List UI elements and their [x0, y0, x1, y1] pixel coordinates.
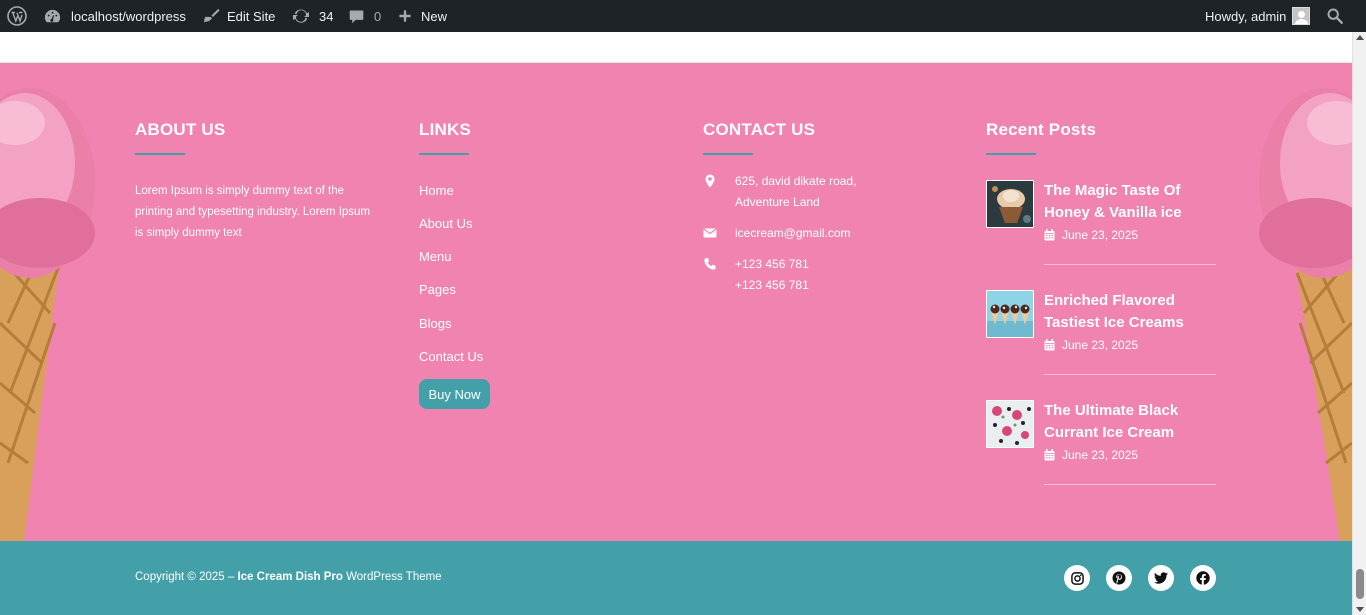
comments-link[interactable]: 0	[348, 0, 381, 32]
site-footer: ABOUT US Lorem Ipsum is simply dummy tex…	[0, 63, 1352, 541]
copyright-bar: Copyright © 2025 – Ice Cream Dish Pro Wo…	[0, 541, 1352, 615]
phone-2: +123 456 781	[735, 278, 809, 292]
twitter-icon	[1154, 572, 1168, 584]
contact-email[interactable]: icecream@gmail.com	[703, 223, 933, 244]
site-name-menu[interactable]: localhost/wordpress	[43, 0, 186, 32]
copyright-prefix: Copyright © 2025 –	[135, 571, 235, 583]
right-ice-cream-image	[1259, 88, 1352, 541]
updates-link[interactable]: 34	[291, 0, 333, 32]
facebook-icon	[1196, 571, 1210, 585]
buy-now-button[interactable]: Buy Now	[419, 379, 490, 409]
edit-site-label: Edit Site	[227, 8, 276, 24]
site-name-label: localhost/wordpress	[71, 8, 186, 24]
address-line-2: Adventure Land	[735, 195, 820, 209]
envelope-icon	[703, 228, 717, 238]
post-title[interactable]: Enriched Flavored Tastiest Ice Creams	[1044, 290, 1219, 334]
new-content-link[interactable]: New	[397, 0, 447, 32]
search-icon	[1327, 8, 1343, 24]
post-thumbnail[interactable]	[986, 180, 1034, 228]
post-thumbnail[interactable]	[986, 290, 1034, 338]
address-line-1: 625, david dikate road,	[735, 174, 857, 188]
plus-icon	[399, 10, 411, 22]
theme-name-link[interactable]: Ice Cream Dish Pro	[237, 571, 342, 583]
dashboard-icon	[44, 9, 61, 22]
footer-link-menu[interactable]: Menu	[419, 249, 452, 264]
howdy-label: Howdy, admin	[1205, 8, 1287, 24]
recent-post[interactable]: Enriched Flavored Tastiest Ice Creams Ju…	[986, 290, 1216, 400]
post-date-text: June 23, 2025	[1062, 448, 1139, 462]
admin-search-button[interactable]	[1326, 0, 1344, 32]
pinterest-icon	[1112, 571, 1126, 585]
post-title[interactable]: The Ultimate Black Currant Ice Cream	[1044, 400, 1219, 444]
contact-title: CONTACT US	[703, 120, 816, 139]
post-divider	[1044, 484, 1216, 485]
about-text: Lorem Ipsum is simply dummy text of the …	[135, 185, 371, 239]
avatar	[1292, 7, 1311, 25]
copyright-text: Copyright © 2025 – Ice Cream Dish Pro Wo…	[135, 571, 442, 583]
instagram-icon	[1070, 571, 1084, 585]
header-strip	[0, 32, 1352, 63]
calendar-icon	[1044, 449, 1055, 461]
pinterest-link[interactable]	[1106, 565, 1132, 591]
calendar-icon	[1044, 339, 1055, 351]
map-marker-icon	[705, 174, 715, 188]
footer-link-pages[interactable]: Pages	[419, 282, 456, 297]
twitter-link[interactable]	[1148, 565, 1174, 591]
post-date: June 23, 2025	[1044, 448, 1138, 462]
post-divider	[1044, 264, 1216, 265]
comments-count: 0	[374, 8, 382, 24]
post-date: June 23, 2025	[1044, 338, 1138, 352]
post-date-text: June 23, 2025	[1062, 338, 1139, 352]
phone-icon	[704, 258, 716, 270]
email-text: icecream@gmail.com	[735, 226, 851, 240]
wordpress-logo-menu[interactable]	[7, 0, 27, 32]
copyright-suffix: WordPress Theme	[346, 571, 442, 583]
post-date: June 23, 2025	[1044, 228, 1138, 242]
new-content-label: New	[421, 8, 448, 24]
post-divider	[1044, 374, 1216, 375]
edit-site-link[interactable]: Edit Site	[202, 0, 275, 32]
about-title: ABOUT US	[135, 120, 226, 139]
scroll-down-arrow[interactable]	[1356, 607, 1364, 612]
recent-posts-underline	[986, 153, 1036, 155]
footer-link-about[interactable]: About Us	[419, 216, 472, 231]
instagram-link[interactable]	[1064, 565, 1090, 591]
footer-link-home[interactable]: Home	[419, 183, 454, 198]
contact-underline	[703, 153, 753, 155]
links-title: LINKS	[419, 120, 471, 139]
page-scrollbar[interactable]	[1352, 32, 1366, 615]
contact-address: 625, david dikate road, Adventure Land	[703, 171, 933, 213]
left-ice-cream-image	[0, 88, 95, 541]
comment-icon	[349, 10, 364, 23]
scroll-up-arrow[interactable]	[1356, 35, 1364, 40]
contact-phone[interactable]: +123 456 781 +123 456 781	[703, 254, 933, 296]
wordpress-icon	[7, 6, 27, 26]
facebook-link[interactable]	[1190, 565, 1216, 591]
post-thumbnail[interactable]	[986, 400, 1034, 448]
recent-post[interactable]: The Magic Taste Of Honey & Vanilla ice J…	[986, 180, 1216, 290]
links-underline	[419, 153, 469, 155]
post-date-text: June 23, 2025	[1062, 228, 1139, 242]
recent-post[interactable]: The Ultimate Black Currant Ice Cream Jun…	[986, 400, 1216, 510]
scroll-thumb[interactable]	[1356, 569, 1364, 599]
phone-1: +123 456 781	[735, 257, 809, 271]
updates-icon	[293, 9, 309, 23]
about-underline	[135, 153, 185, 155]
account-menu[interactable]: Howdy, admin	[1205, 0, 1311, 32]
footer-link-contact[interactable]: Contact Us	[419, 349, 483, 364]
updates-count: 34	[319, 8, 334, 24]
recent-posts-title: Recent Posts	[986, 120, 1097, 139]
calendar-icon	[1044, 229, 1055, 241]
brush-icon	[203, 8, 220, 22]
footer-link-blogs[interactable]: Blogs	[419, 316, 452, 331]
post-title[interactable]: The Magic Taste Of Honey & Vanilla ice	[1044, 180, 1219, 224]
admin-bar: localhost/wordpress Edit Site 34 0 New H…	[0, 0, 1366, 32]
